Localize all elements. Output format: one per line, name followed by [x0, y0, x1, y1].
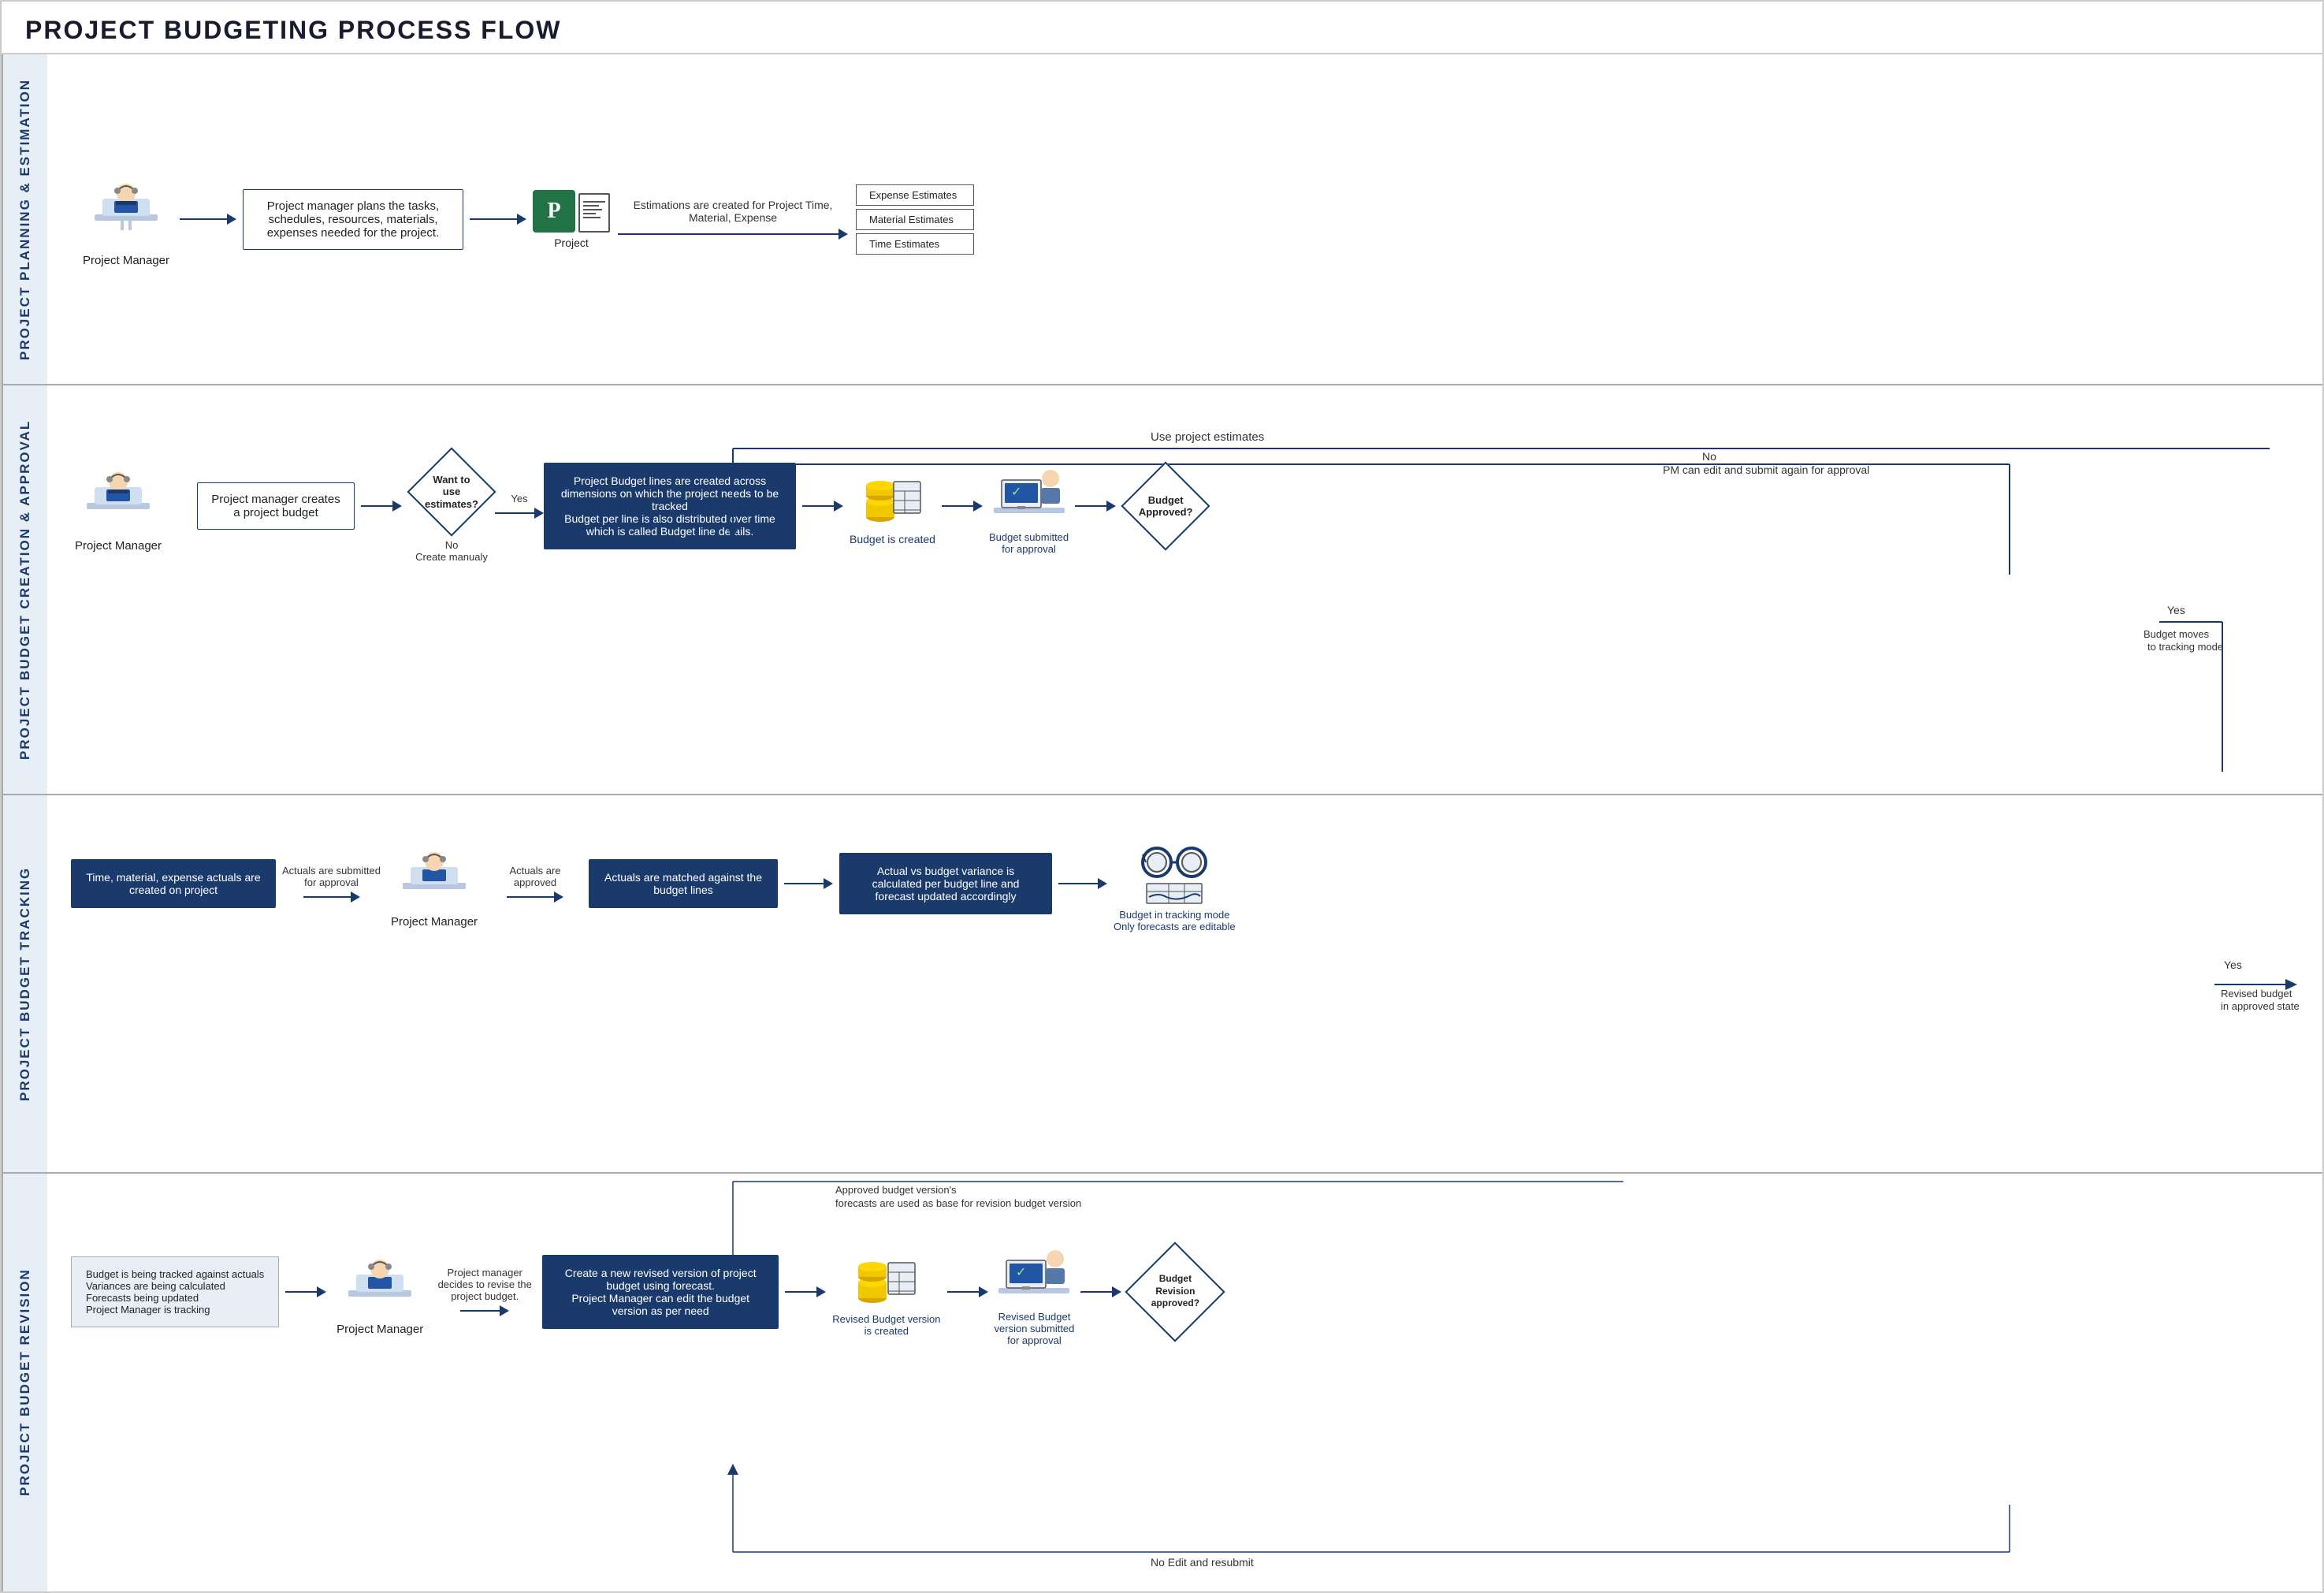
tracking-icon-combo [1135, 835, 1214, 906]
budget-submitted-label: Budget submittedfor approval [989, 531, 1069, 555]
lane3-flow: Time, material, expense actuals are crea… [63, 811, 2307, 956]
revised-budget-area: Revised Budget versionis created [832, 1247, 940, 1337]
actor-pm-lane2: Project Manager [71, 460, 165, 553]
lane1-flow: Project Manager Project manager plans th… [63, 70, 2307, 368]
actuals-approved-label: Actuals are approved [488, 865, 582, 888]
arrow-1 [180, 214, 236, 225]
lane-revision: PROJECT BUDGET REVISION Approved budget … [2, 1174, 2322, 1591]
arrow-row [618, 229, 848, 240]
svg-text:No Edit and resubmit: No Edit and resubmit [1151, 1556, 1254, 1569]
lane1-content: Project Manager Project manager plans th… [47, 54, 2322, 384]
arrow-2 [470, 214, 526, 225]
material-estimate-doc: Material Estimates [856, 209, 974, 230]
lane-budget-creation: PROJECT BUDGET CREATION & APPROVAL Use p… [2, 385, 2322, 795]
decides-revise-arrow: Project manager decides to revise the pr… [433, 1267, 536, 1316]
actuals-created-box: Time, material, expense actuals are crea… [71, 859, 276, 908]
tracking-mode-label: Budget in tracking modeOnly forecasts ar… [1114, 909, 1236, 932]
budget-approval-area: ✓ Budget submittedfor approval [989, 456, 1069, 555]
budget-icon-combo [861, 466, 924, 529]
estimate-docs: Expense Estimates Material Estimates Tim… [856, 184, 974, 255]
svg-text:Revised budget: Revised budget [2221, 988, 2292, 999]
submitted-approval-arrow: Actuals are submittedfor approval [282, 865, 381, 903]
svg-text:✓: ✓ [1011, 486, 1021, 499]
tracking-status-box: Budget is being tracked against actualsV… [71, 1256, 279, 1327]
svg-text:Yes: Yes [2167, 604, 2185, 616]
lane2-flow: Project Manager Project manager creates … [63, 401, 2307, 579]
project-icon: P [533, 190, 610, 233]
yes-arrow [495, 508, 544, 519]
content-area: PROJECT PLANNING & ESTIMATION [2, 54, 2322, 1591]
svg-text:in approved state: in approved state [2221, 1000, 2300, 1012]
creates-budget-box: Project manager creates a project budget [197, 482, 355, 530]
tracking-icon-area: Budget in tracking modeOnly forecasts ar… [1114, 835, 1236, 932]
budget-lines-box: Project Budget lines are created across … [544, 463, 796, 549]
arrow-to-tracking-icon [1058, 878, 1107, 889]
revised-submitted-label: Revised Budgetversion submittedfor appro… [995, 1311, 1075, 1346]
arrow-to-approval [942, 501, 983, 512]
estimation-label: Estimations are created for Project Time… [630, 199, 835, 224]
lane-tracking: PROJECT BUDGET TRACKING Yes Revised budg… [2, 795, 2322, 1174]
actuals-approved-arrow: Actuals are approved [488, 865, 582, 903]
diamond-revision-approved: BudgetRevisionapproved? [1128, 1245, 1222, 1339]
project-label: Project [554, 236, 589, 249]
yes-arrow-wrapper: Yes [495, 493, 544, 519]
revised-budget-label: Revised Budget versionis created [832, 1313, 940, 1337]
svg-text:Yes: Yes [2224, 958, 2242, 971]
lane-planning: PROJECT PLANNING & ESTIMATION [2, 54, 2322, 385]
actor-label-pm1: Project Manager [83, 254, 169, 267]
decides-revise-label: Project manager decides to revise the pr… [433, 1267, 536, 1302]
arrow-to-diamond [361, 501, 402, 512]
lane-label-planning: PROJECT PLANNING & ESTIMATION [2, 54, 47, 384]
arrow-to-budget-icon [802, 501, 843, 512]
diamond-shape: Want touseestimates? [408, 448, 495, 535]
lane2-content: Use project estimates No PM can edit and… [47, 385, 2322, 794]
lane4-flow: Budget is being tracked against actualsV… [63, 1189, 2307, 1362]
lane3-content: Yes Revised budget in approved state Tim… [47, 795, 2322, 1172]
actor-pm-lane3: Project Manager [387, 839, 482, 929]
actor-label-pm3: Project Manager [391, 915, 478, 929]
pm-icon-lane1 [91, 171, 162, 249]
pm-icon-lane2 [83, 460, 154, 534]
svg-text:✓: ✓ [1016, 1266, 1026, 1279]
submitted-approval-label: Actuals are submittedfor approval [282, 865, 381, 888]
budget-created-label: Budget is created [850, 533, 935, 545]
diamond-estimates: Want touseestimates? NoCreate manualy [408, 448, 495, 563]
lane-label-revision: PROJECT BUDGET REVISION [2, 1174, 47, 1591]
page-title: PROJECT BUDGETING PROCESS FLOW [2, 2, 2322, 54]
diamond-approved: BudgetApproved? [1122, 463, 1209, 549]
estimation-arrow: Estimations are created for Project Time… [618, 199, 848, 240]
lane4-content: Approved budget version's forecasts are … [47, 1174, 2322, 1591]
lane-label-tracking: PROJECT BUDGET TRACKING [2, 795, 47, 1172]
main-container: PROJECT BUDGETING PROCESS FLOW PROJECT P… [0, 0, 2324, 1593]
actor-pm-lane1: Project Manager [79, 171, 173, 267]
arrow-to-variance [784, 878, 833, 889]
project-icon-area: P Project [533, 190, 610, 249]
actor-label-pm2: Project Manager [75, 539, 162, 553]
revised-approval-area: ✓ Revised Budgetversion submittedfor app… [995, 1237, 1075, 1346]
no-create-manually-label: NoCreate manualy [415, 539, 488, 563]
actuals-matched-box: Actuals are matched against the budget l… [589, 859, 778, 908]
svg-text:to tracking mode: to tracking mode [2147, 641, 2223, 653]
arrow-to-revised-icon [785, 1286, 826, 1297]
arrow-to-pm-revision [285, 1286, 326, 1297]
expense-estimate-doc: Expense Estimates [856, 184, 974, 206]
lane-label-creation: PROJECT BUDGET CREATION & APPROVAL [2, 385, 47, 794]
actor-label-pm4: Project Manager [337, 1323, 423, 1336]
arrow-to-revised-approval [947, 1286, 988, 1297]
svg-text:Budget moves: Budget moves [2144, 628, 2210, 640]
diamond-revision-shape: BudgetRevisionapproved? [1128, 1245, 1222, 1339]
diamond-approved-shape: BudgetApproved? [1122, 463, 1209, 549]
arrow-to-approved-diamond [1075, 501, 1116, 512]
create-revised-box: Create a new revised version of project … [542, 1255, 779, 1329]
yes-label-2: Yes [511, 493, 527, 504]
time-estimate-doc: Time Estimates [856, 233, 974, 255]
planning-process-box: Project manager plans the tasks, schedul… [243, 189, 463, 250]
actor-pm-lane4: Project Manager [333, 1247, 427, 1336]
arrow-to-revision-diamond [1080, 1286, 1121, 1297]
variance-box: Actual vs budget variance is calculated … [839, 853, 1052, 914]
budget-created-area: Budget is created [850, 466, 935, 545]
